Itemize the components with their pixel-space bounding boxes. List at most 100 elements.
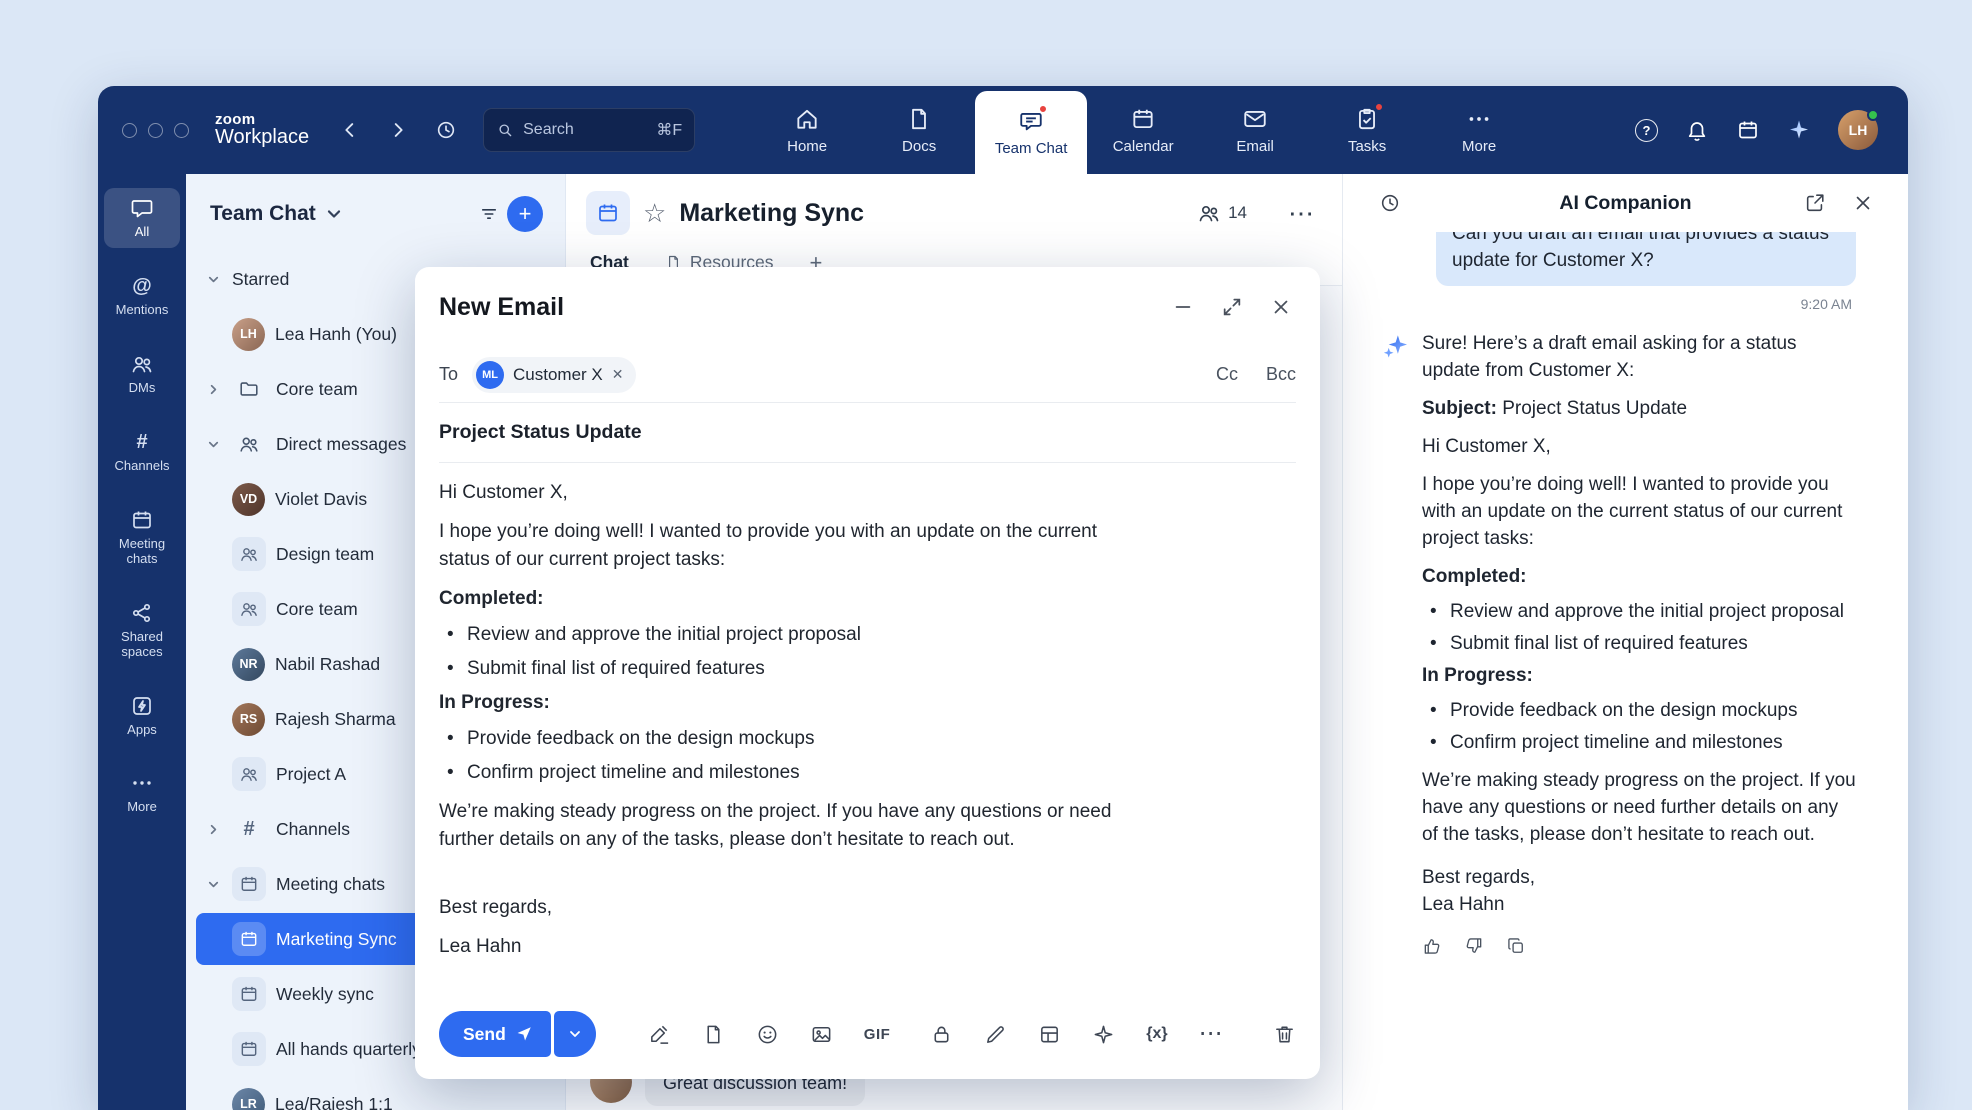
filter-icon[interactable] [479,204,499,224]
remove-recipient-icon[interactable]: ✕ [612,366,624,383]
forward-icon[interactable] [387,119,409,141]
sidebar-item-dm[interactable]: LR Lea/Rajesh 1:1 [196,1078,555,1110]
more-options-icon[interactable]: ⋯ [1288,198,1316,229]
rail-label: Shared spaces [106,630,178,660]
member-count-value: 14 [1228,203,1247,223]
more-options-icon[interactable]: ⋯ [1199,1029,1224,1039]
item-label: Core team [276,379,358,400]
attach-file-icon[interactable] [702,1023,725,1046]
list-item-text: Review and approve the initial project p… [1450,598,1844,625]
rail-item-apps[interactable]: Apps [104,686,180,746]
variables-button[interactable]: {x} [1146,1025,1167,1043]
list-item-text: Confirm project timeline and milestones [467,759,800,787]
ai-response: Sure! Here’s a draft email asking for a … [1381,330,1856,956]
send-button[interactable]: Send [439,1011,551,1057]
avatar: LH [232,318,265,351]
copy-icon[interactable] [1506,936,1526,956]
lock-icon[interactable] [930,1023,953,1046]
tab-team-chat[interactable]: Team Chat [975,91,1087,174]
rail-item-meeting-chats[interactable]: Meeting chats [104,500,180,575]
rail-item-channels[interactable]: # Channels [104,422,180,482]
rail-item-mentions[interactable]: @ Mentions [104,266,180,326]
item-label: Lea/Rajesh 1:1 [275,1094,393,1110]
cc-button[interactable]: Cc [1216,364,1238,385]
avatar[interactable]: LH [1838,110,1878,150]
new-chat-button[interactable]: + [507,196,543,232]
pencil-icon[interactable] [984,1023,1007,1046]
tab-home[interactable]: Home [751,86,863,174]
emoji-icon[interactable] [756,1023,779,1046]
tab-docs[interactable]: Docs [863,86,975,174]
list-item-text: Submit final list of required features [1450,630,1748,657]
search-input[interactable]: Search ⌘F [483,108,695,152]
topbar-tabs: Home Docs Team Chat Calendar Email [751,86,1535,174]
gif-button[interactable]: GIF [864,1026,891,1043]
list-item: •Submit final list of required features [1422,630,1856,657]
image-icon[interactable] [810,1023,833,1046]
calendar-icon [130,508,154,532]
bcc-button[interactable]: Bcc [1266,364,1296,385]
expand-icon[interactable] [1221,296,1243,318]
tab-label: Team Chat [995,140,1068,157]
rail-item-dms[interactable]: DMs [104,344,180,404]
history-icon[interactable] [1379,192,1401,214]
tab-label: Home [787,138,827,155]
tab-calendar[interactable]: Calendar [1087,86,1199,174]
avatar: RS [232,703,265,736]
item-label: All hands quarterly [276,1039,421,1060]
chevron-down-icon[interactable] [204,437,222,452]
modal-header: New Email [415,267,1320,347]
tab-tasks[interactable]: Tasks [1311,86,1423,174]
tab-email[interactable]: Email [1199,86,1311,174]
calendar-date-icon[interactable] [1736,118,1760,142]
chevron-right-icon[interactable] [204,382,222,397]
ai-sparkle-icon[interactable] [1092,1023,1115,1046]
avatar: LR [232,1088,265,1110]
close-icon[interactable] [1852,192,1874,214]
open-in-new-icon[interactable] [1804,192,1826,214]
tab-more[interactable]: More [1423,86,1535,174]
history-icon[interactable] [435,119,457,141]
ai-conversation[interactable]: Can you draft an email that provides a s… [1381,232,1856,1110]
rail-item-all[interactable]: All [104,188,180,248]
help-icon[interactable]: ? [1635,119,1658,142]
email-body-editor[interactable]: Hi Customer X, I hope you’re doing well!… [439,479,1139,979]
rail-item-shared-spaces[interactable]: Shared spaces [104,593,180,668]
back-icon[interactable] [339,119,361,141]
recipient-chip[interactable]: ML Customer X ✕ [472,357,635,393]
member-count[interactable]: 14 [1197,201,1247,225]
discard-draft-icon[interactable] [1273,1023,1296,1046]
minimize-icon[interactable] [1172,296,1194,318]
page-title: Marketing Sync [679,199,864,228]
user-message-bubble: Can you draft an email that provides a s… [1436,232,1856,286]
chevron-down-icon[interactable] [204,877,222,892]
ai-intro: Sure! Here’s a draft email asking for a … [1422,330,1856,384]
sidebar-title[interactable]: Team Chat [210,202,316,226]
traffic-light[interactable] [174,123,189,138]
logo-workplace: Workplace [215,127,309,148]
search-placeholder: Search [523,121,647,139]
chevron-down-icon[interactable] [204,272,222,287]
ai-sparkle-icon[interactable] [1787,118,1811,142]
avatar: VD [232,483,265,516]
send-label: Send [463,1024,506,1045]
signature-pen-icon[interactable] [648,1023,671,1046]
template-icon[interactable] [1038,1023,1061,1046]
chevron-right-icon[interactable] [204,822,222,837]
traffic-light[interactable] [122,123,137,138]
to-field[interactable]: To ML Customer X ✕ Cc Bcc [439,347,1296,403]
subject-field[interactable]: Project Status Update [439,403,1296,463]
thumbs-down-icon[interactable] [1464,936,1484,956]
thumbs-up-icon[interactable] [1422,936,1442,956]
star-icon[interactable]: ☆ [643,200,666,226]
chevron-down-icon[interactable] [324,204,344,224]
close-icon[interactable] [1270,296,1292,318]
bullet: • [447,655,457,683]
avatar: NR [232,648,265,681]
rail-label: Channels [115,459,170,474]
bell-icon[interactable] [1685,118,1709,142]
rail-item-more[interactable]: More [104,763,180,823]
group-icon [232,757,266,791]
traffic-light[interactable] [148,123,163,138]
send-options-button[interactable] [554,1011,596,1057]
